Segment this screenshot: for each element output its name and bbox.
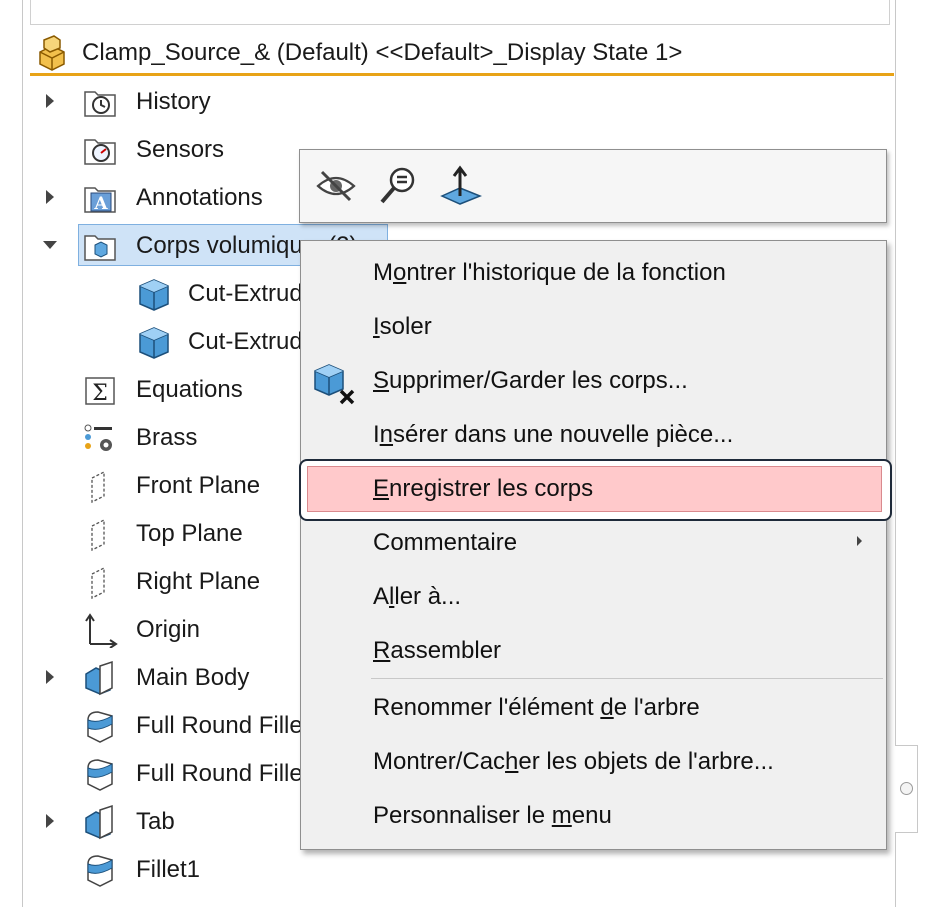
tree-item-right-plane[interactable]: Right Plane <box>0 560 300 602</box>
tree-item-label: Annotations <box>136 184 263 211</box>
expand-arrow-icon[interactable] <box>46 814 54 828</box>
part-title: Clamp_Source_& (Default) <<Default>_Disp… <box>82 39 683 66</box>
tree-item-label: Fillet1 <box>136 856 201 883</box>
annotations-icon: A <box>84 187 116 214</box>
tree-item-tab[interactable]: Tab <box>0 800 300 842</box>
tree-item-history[interactable]: History <box>0 80 300 122</box>
menu-item-label: Supprimer/Garder les corps... <box>373 367 688 394</box>
menu-item-label: Rassembler <box>373 637 502 664</box>
tree-item-label: Main Body <box>136 664 250 691</box>
tree-item-label: Cut-Extrude <box>188 280 317 307</box>
menu-item-save-bodies[interactable]: Enregistrer les corps <box>299 459 892 521</box>
solid-bodies-folder-icon <box>84 235 116 261</box>
expand-arrow-icon[interactable] <box>46 670 54 684</box>
tree-item-fillet1[interactable]: Fillet1 <box>0 848 300 890</box>
part-icon <box>39 35 65 71</box>
normal-to-icon[interactable] <box>438 164 482 208</box>
expand-arrow-icon[interactable] <box>46 94 54 108</box>
tree-item-material[interactable]: Brass <box>0 416 300 458</box>
menu-item-comment[interactable]: Commentaire <box>301 515 886 569</box>
origin-icon <box>85 613 118 648</box>
context-toolbar <box>299 149 887 223</box>
tree-item-label: History <box>136 88 211 115</box>
context-menu: Montrer l'historique de la fonction Isol… <box>299 240 892 850</box>
menu-separator <box>371 678 883 679</box>
zoom-to-selection-icon[interactable] <box>376 164 420 208</box>
fillet-feature-icon <box>87 711 113 743</box>
menu-item-label: Commentaire <box>373 529 518 556</box>
menu-item-customize-menu[interactable]: Personnaliser le menu <box>301 788 886 842</box>
tree-item-annotations[interactable]: A Annotations <box>0 176 300 218</box>
panel-collapse-tab[interactable] <box>895 745 918 833</box>
header-divider <box>30 73 894 76</box>
tree-item-label: Brass <box>136 424 198 451</box>
menu-item-label: Montrer l'historique de la fonction <box>373 259 726 286</box>
fillet-feature-icon <box>87 855 113 887</box>
menu-item-go-to[interactable]: Aller à... <box>301 569 886 623</box>
menu-item-label: Montrer/Cacher les objets de l'arbre... <box>373 748 774 775</box>
tree-item-body[interactable]: Cut-Extrude <box>0 272 316 314</box>
menu-item-label: Aller à... <box>373 583 462 610</box>
tree-item-solid-bodies[interactable]: Corps volumiques(2) <box>0 224 388 266</box>
svg-text:A: A <box>93 194 108 214</box>
menu-item-label: Isoler <box>373 313 432 340</box>
tree-item-sensors[interactable]: Sensors <box>0 128 300 170</box>
equations-icon: Σ <box>85 377 115 406</box>
plane-icon <box>91 518 105 552</box>
menu-item-collapse[interactable]: Rassembler <box>301 623 886 677</box>
menu-item-rename-tree-item[interactable]: Renommer l'élément de l'arbre <box>301 680 886 734</box>
svg-text:Σ: Σ <box>92 381 108 406</box>
tree-item-main-body[interactable]: Main Body <box>0 656 300 698</box>
tree-item-equations[interactable]: Σ Equations <box>0 368 300 410</box>
hide-icon[interactable] <box>314 164 358 208</box>
tree-item-label: Right Plane <box>136 568 261 595</box>
tree-item-full-round-fillet[interactable]: Full Round Fillet <box>0 752 309 794</box>
tree-item-label: Cut-Extrude <box>188 328 317 355</box>
expand-arrow-icon[interactable] <box>46 190 54 204</box>
tree-item-body[interactable]: Cut-Extrude <box>0 320 316 362</box>
menu-item-hide-show-tree-items[interactable]: Montrer/Cacher les objets de l'arbre... <box>301 734 886 788</box>
tree-item-label: Full Round Fillet <box>136 712 310 739</box>
material-icon <box>84 424 112 451</box>
extrude-feature-icon <box>85 804 113 840</box>
menu-item-delete-keep-bodies[interactable]: Supprimer/Garder les corps... <box>301 353 886 407</box>
tree-item-label: Sensors <box>136 136 225 163</box>
sensors-icon <box>84 139 116 165</box>
filter-strip <box>30 0 890 25</box>
delete-keep-body-icon <box>314 364 355 405</box>
fillet-feature-icon <box>87 759 113 791</box>
collapse-arrow-icon[interactable] <box>43 241 57 249</box>
collapse-handle-icon[interactable] <box>900 782 913 795</box>
tree-item-label: Front Plane <box>136 472 261 499</box>
menu-item-isolate[interactable]: Isoler <box>301 299 886 353</box>
menu-item-label: Personnaliser le menu <box>373 802 612 829</box>
menu-item-label: Enregistrer les corps <box>373 475 594 502</box>
tree-item-label: Full Round Fillet <box>136 760 310 787</box>
menu-item-show-feature-history[interactable]: Montrer l'historique de la fonction <box>301 245 886 299</box>
tree-item-top-plane[interactable]: Top Plane <box>0 512 300 554</box>
tree-item-label: Tab <box>136 808 175 835</box>
tree-item-label: Top Plane <box>136 520 243 547</box>
tree-item-front-plane[interactable]: Front Plane <box>0 464 300 506</box>
tree-item-full-round-fillet[interactable]: Full Round Fillet <box>0 704 309 746</box>
menu-item-label: Renommer l'élément de l'arbre <box>373 694 700 721</box>
submenu-arrow-icon <box>857 536 862 546</box>
menu-item-insert-into-new-part[interactable]: Insérer dans une nouvelle pièce... <box>301 407 886 461</box>
tree-item-origin[interactable]: Origin <box>0 608 300 650</box>
plane-icon <box>91 566 105 600</box>
history-icon <box>84 91 116 117</box>
tree-item-label: Equations <box>136 376 243 403</box>
menu-item-label: Insérer dans une nouvelle pièce... <box>373 421 734 448</box>
feature-tree-header[interactable]: Clamp_Source_& (Default) <<Default>_Disp… <box>30 32 892 74</box>
plane-icon <box>91 470 105 504</box>
solid-body-icon <box>139 279 169 311</box>
solid-body-icon <box>139 327 169 359</box>
tree-item-label: Origin <box>136 616 201 643</box>
extrude-feature-icon <box>85 660 113 696</box>
